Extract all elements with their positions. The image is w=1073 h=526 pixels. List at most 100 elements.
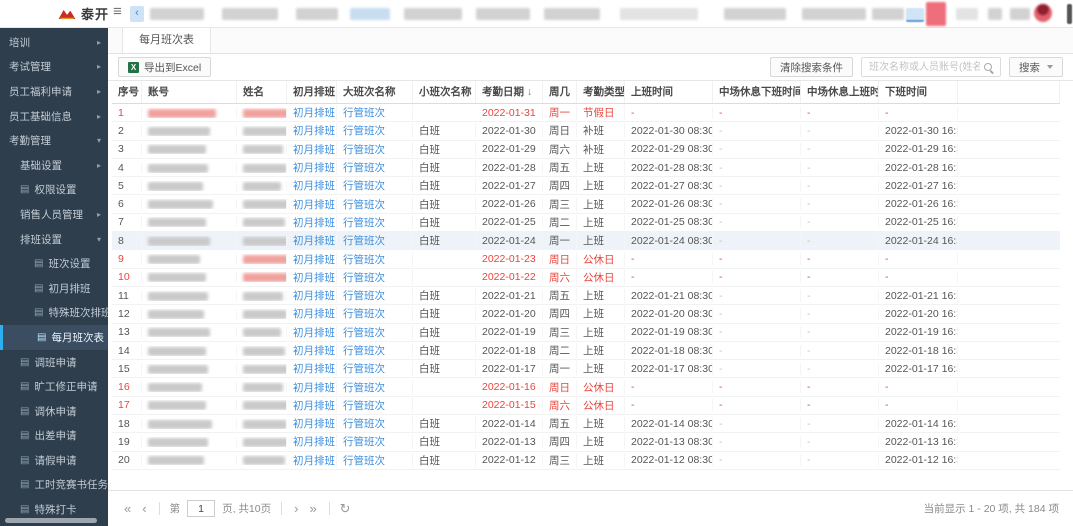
redacted-top-tab[interactable] xyxy=(872,8,904,20)
redacted-top-tab[interactable] xyxy=(988,8,1002,20)
monthly-schedule-link[interactable]: 初月排班 xyxy=(287,270,337,285)
redacted-top-tab[interactable] xyxy=(1067,4,1072,24)
shift-name-link[interactable]: 行管班次 xyxy=(337,325,413,340)
shift-name-link[interactable]: 行管班次 xyxy=(337,123,413,138)
shift-name-link[interactable]: 行管班次 xyxy=(337,361,413,376)
sidebar-item-班次设置[interactable]: ▤班次设置 xyxy=(0,251,108,276)
clear-search-button[interactable]: 清除搜索条件 xyxy=(770,57,853,77)
sidebar-item-调班申请[interactable]: ▤调班申请 xyxy=(0,350,108,375)
monthly-schedule-link[interactable]: 初月排班 xyxy=(287,325,337,340)
table-row[interactable]: 5初月排班行管班次白班2022-01-27周四上班2022-01-27 08:3… xyxy=(112,177,1060,195)
redacted-top-tab[interactable] xyxy=(150,8,204,20)
search-input[interactable] xyxy=(862,58,1000,76)
shift-name-link[interactable]: 行管班次 xyxy=(337,416,413,431)
table-row[interactable]: 6初月排班行管班次白班2022-01-26周三上班2022-01-26 08:3… xyxy=(112,195,1060,213)
sidebar-item-调休申请[interactable]: ▤调休申请 xyxy=(0,399,108,424)
shift-name-link[interactable]: 行管班次 xyxy=(337,252,413,267)
table-row[interactable]: 16初月排班行管班次2022-01-16周日公休日---- xyxy=(112,378,1060,396)
tab-monthly-shift-table[interactable]: 每月班次表 xyxy=(122,28,211,53)
shift-name-link[interactable]: 行管班次 xyxy=(337,178,413,193)
shift-name-link[interactable]: 行管班次 xyxy=(337,288,413,303)
export-excel-button[interactable]: 导出到Excel xyxy=(118,57,211,77)
table-row[interactable]: 2初月排班行管班次白班2022-01-30周日补班2022-01-30 08:3… xyxy=(112,122,1060,140)
redacted-top-tab[interactable] xyxy=(296,8,338,20)
shift-name-link[interactable]: 行管班次 xyxy=(337,160,413,175)
monthly-schedule-link[interactable]: 初月排班 xyxy=(287,233,337,248)
redacted-top-tab[interactable] xyxy=(724,8,786,20)
tab-scroll-left-button[interactable]: ‹ xyxy=(130,6,144,22)
monthly-schedule-link[interactable]: 初月排班 xyxy=(287,288,337,303)
shift-name-link[interactable]: 行管班次 xyxy=(337,105,413,120)
table-row[interactable]: 7初月排班行管班次白班2022-01-25周二上班2022-01-25 08:3… xyxy=(112,214,1060,232)
monthly-schedule-link[interactable]: 初月排班 xyxy=(287,197,337,212)
redacted-top-tab[interactable] xyxy=(926,2,946,26)
monthly-schedule-link[interactable]: 初月排班 xyxy=(287,416,337,431)
sidebar-item-考试管理[interactable]: 考试管理▸ xyxy=(0,55,108,80)
sidebar-item-工时竞赛书任务申请[interactable]: ▤工时竞赛书任务申请 xyxy=(0,473,108,498)
column-header-上班时间[interactable]: 上班时间 xyxy=(625,81,713,103)
refresh-icon[interactable]: ↻ xyxy=(340,501,351,517)
redacted-top-tab[interactable] xyxy=(404,8,462,20)
table-row[interactable]: 14初月排班行管班次白班2022-01-18周二上班2022-01-18 08:… xyxy=(112,342,1060,360)
table-row[interactable]: 13初月排班行管班次白班2022-01-19周三上班2022-01-19 08:… xyxy=(112,324,1060,342)
last-page-button[interactable]: » xyxy=(307,502,318,515)
sidebar-item-请假申请[interactable]: ▤请假申请 xyxy=(0,448,108,473)
redacted-top-tab[interactable] xyxy=(802,8,866,20)
monthly-schedule-link[interactable]: 初月排班 xyxy=(287,434,337,449)
redacted-top-tab[interactable] xyxy=(544,8,600,20)
monthly-schedule-link[interactable]: 初月排班 xyxy=(287,343,337,358)
redacted-top-tab[interactable] xyxy=(956,8,978,20)
redacted-top-tab[interactable] xyxy=(476,8,530,20)
table-row[interactable]: 19初月排班行管班次白班2022-01-13周四上班2022-01-13 08:… xyxy=(112,433,1060,451)
monthly-schedule-link[interactable]: 初月排班 xyxy=(287,142,337,157)
column-header-大班次名称[interactable]: 大班次名称 xyxy=(337,81,413,103)
table-row[interactable]: 1初月排班行管班次2022-01-31周一节假日---- xyxy=(112,104,1060,122)
shift-name-link[interactable]: 行管班次 xyxy=(337,233,413,248)
search-button[interactable]: 搜索 xyxy=(1009,57,1063,77)
table-row[interactable]: 17初月排班行管班次2022-01-15周六公休日---- xyxy=(112,397,1060,415)
search-icon[interactable] xyxy=(984,63,994,73)
user-avatar[interactable] xyxy=(1034,4,1052,22)
column-header-周几[interactable]: 周几 xyxy=(543,81,577,103)
shift-name-link[interactable]: 行管班次 xyxy=(337,142,413,157)
first-page-button[interactable]: « xyxy=(122,502,133,515)
sidebar-item-培训[interactable]: 培训▸ xyxy=(0,30,108,55)
sidebar-item-考勤管理[interactable]: 考勤管理▾ xyxy=(0,128,108,153)
sidebar-item-排班设置[interactable]: 排班设置▾ xyxy=(0,227,108,252)
shift-name-link[interactable]: 行管班次 xyxy=(337,215,413,230)
shift-name-link[interactable]: 行管班次 xyxy=(337,343,413,358)
sidebar-item-初月排班[interactable]: ▤初月排班 xyxy=(0,276,108,301)
shift-name-link[interactable]: 行管班次 xyxy=(337,434,413,449)
column-header-姓名[interactable]: 姓名 xyxy=(237,81,287,103)
shift-name-link[interactable]: 行管班次 xyxy=(337,453,413,468)
monthly-schedule-link[interactable]: 初月排班 xyxy=(287,215,337,230)
monthly-schedule-link[interactable]: 初月排班 xyxy=(287,398,337,413)
menu-toggle-icon[interactable]: ≡ xyxy=(113,3,122,20)
sidebar-scrollbar[interactable] xyxy=(5,518,97,523)
shift-name-link[interactable]: 行管班次 xyxy=(337,306,413,321)
monthly-schedule-link[interactable]: 初月排班 xyxy=(287,252,337,267)
sidebar-item-销售人员管理[interactable]: 销售人员管理▸ xyxy=(0,202,108,227)
table-row[interactable]: 3初月排班行管班次白班2022-01-29周六补班2022-01-29 08:3… xyxy=(112,141,1060,159)
monthly-schedule-link[interactable]: 初月排班 xyxy=(287,123,337,138)
monthly-schedule-link[interactable]: 初月排班 xyxy=(287,306,337,321)
sidebar-item-旷工修正申请[interactable]: ▤旷工修正申请 xyxy=(0,374,108,399)
next-page-button[interactable]: › xyxy=(292,502,300,515)
sidebar-item-基础设置[interactable]: 基础设置▸ xyxy=(0,153,108,178)
column-header-初月排班[interactable]: 初月排班 xyxy=(287,81,337,103)
monthly-schedule-link[interactable]: 初月排班 xyxy=(287,105,337,120)
sidebar-item-员工福利申请[interactable]: 员工福利申请▸ xyxy=(0,79,108,104)
redacted-top-tab[interactable] xyxy=(906,8,924,22)
table-row[interactable]: 10初月排班行管班次2022-01-22周六公休日---- xyxy=(112,269,1060,287)
redacted-top-tab[interactable] xyxy=(222,8,278,20)
table-row[interactable]: 18初月排班行管班次白班2022-01-14周五上班2022-01-14 08:… xyxy=(112,415,1060,433)
table-row[interactable]: 11初月排班行管班次白班2022-01-21周五上班2022-01-21 08:… xyxy=(112,287,1060,305)
monthly-schedule-link[interactable]: 初月排班 xyxy=(287,160,337,175)
column-header-小班次名称[interactable]: 小班次名称 xyxy=(413,81,476,103)
redacted-top-tab[interactable] xyxy=(1010,8,1030,20)
table-row[interactable]: 12初月排班行管班次白班2022-01-20周四上班2022-01-20 08:… xyxy=(112,305,1060,323)
sidebar-item-出差申请[interactable]: ▤出差申请 xyxy=(0,424,108,449)
shift-name-link[interactable]: 行管班次 xyxy=(337,197,413,212)
redacted-top-tab[interactable] xyxy=(350,8,390,20)
page-input[interactable] xyxy=(187,500,215,517)
